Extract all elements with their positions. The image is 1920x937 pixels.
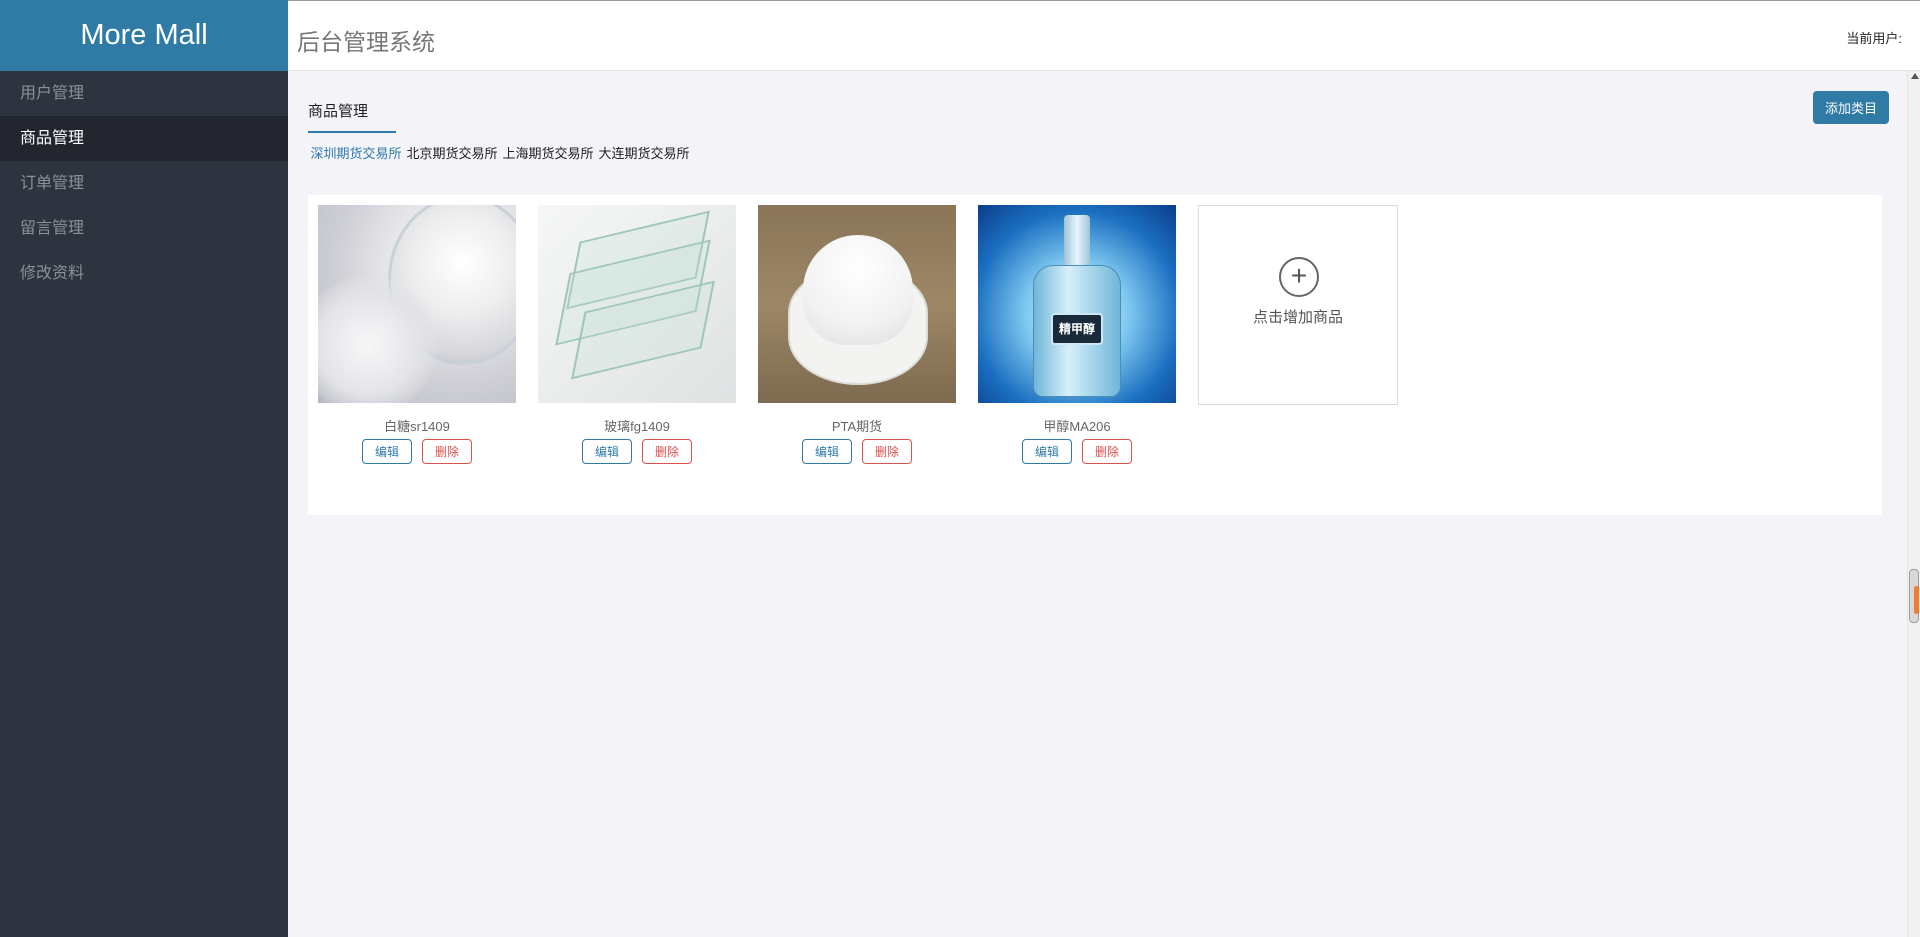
add-category-button[interactable]: 添加类目 — [1812, 91, 1889, 124]
product-card: PTA期货 编辑 删除 — [758, 205, 956, 464]
product-image-pta — [758, 205, 956, 403]
exchange-tabs: 深圳期货交易所 北京期货交易所 上海期货交易所 大连期货交易所 — [308, 144, 692, 187]
edit-button[interactable]: 编辑 — [1022, 439, 1072, 464]
plus-circle-icon: + — [1279, 257, 1319, 297]
product-name: PTA期货 — [831, 419, 883, 434]
tab-dalian-exchange[interactable]: 大连期货交易所 — [596, 144, 692, 187]
tab-label: 北京期货交易所 — [406, 146, 498, 161]
product-name: 甲醇MA206 — [1043, 419, 1111, 434]
delete-button[interactable]: 删除 — [862, 439, 912, 464]
tab-shanghai-exchange[interactable]: 上海期货交易所 — [500, 144, 596, 187]
sidebar-item-messages[interactable]: 留言管理 — [0, 206, 288, 251]
edit-button[interactable]: 编辑 — [582, 439, 632, 464]
app-logo[interactable]: More Mall — [0, 0, 288, 71]
product-panel: 白糖sr1409 编辑 删除 玻璃fg1409 编辑 删除 PTA期货 编辑 删… — [308, 195, 1882, 515]
product-card: 白糖sr1409 编辑 删除 — [318, 205, 516, 464]
product-image-methanol: 精甲醇 — [978, 205, 1176, 403]
edit-button[interactable]: 编辑 — [362, 439, 412, 464]
product-name: 白糖sr1409 — [384, 419, 450, 434]
sidebar-item-products[interactable]: 商品管理 — [0, 116, 288, 161]
tab-beijing-exchange[interactable]: 北京期货交易所 — [404, 144, 500, 187]
sidebar-item-profile[interactable]: 修改资料 — [0, 251, 288, 296]
sidebar-item-users[interactable]: 用户管理 — [0, 71, 288, 116]
product-image-sugar — [318, 205, 516, 403]
sidebar-item-orders[interactable]: 订单管理 — [0, 161, 288, 206]
scrollbar-thumb[interactable] — [1909, 569, 1919, 623]
tab-label: 深圳期货交易所 — [310, 146, 402, 161]
scroll-up-arrow-icon[interactable] — [1911, 73, 1919, 79]
tab-label: 大连期货交易所 — [598, 146, 690, 161]
top-header: 后台管理系统 当前用户: — [288, 0, 1920, 71]
page-title: 后台管理系统 — [297, 29, 435, 55]
delete-button[interactable]: 删除 — [1082, 439, 1132, 464]
delete-button[interactable]: 删除 — [642, 439, 692, 464]
sidebar: More Mall 用户管理 商品管理 订单管理 留言管理 修改资料 — [0, 0, 288, 937]
delete-button[interactable]: 删除 — [422, 439, 472, 464]
product-card: 玻璃fg1409 编辑 删除 — [538, 205, 736, 464]
add-product-label: 点击增加商品 — [1252, 309, 1343, 326]
tab-label: 上海期货交易所 — [502, 146, 594, 161]
main-content: 商品管理 添加类目 深圳期货交易所 北京期货交易所 上海期货交易所 大连期货交易… — [288, 72, 1907, 937]
current-user-label: 当前用户: — [1846, 31, 1902, 46]
product-card: 精甲醇 甲醇MA206 编辑 删除 — [978, 205, 1176, 464]
product-name: 玻璃fg1409 — [604, 419, 670, 434]
edit-button[interactable]: 编辑 — [802, 439, 852, 464]
add-product-card[interactable]: + 点击增加商品 — [1198, 205, 1398, 405]
tab-shenzhen-exchange[interactable]: 深圳期货交易所 — [308, 144, 404, 187]
product-image-glass — [538, 205, 736, 403]
bottle-label-text: 精甲醇 — [1051, 313, 1103, 345]
tab-product-management[interactable]: 商品管理 — [308, 100, 396, 133]
vertical-scrollbar[interactable] — [1907, 71, 1920, 937]
